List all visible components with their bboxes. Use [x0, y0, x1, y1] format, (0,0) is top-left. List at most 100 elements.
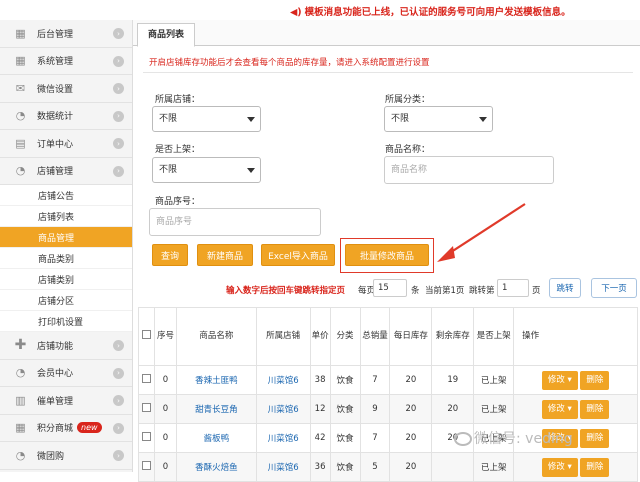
cell-status: 已上架 [473, 452, 515, 482]
category-select-value: 不限 [391, 114, 410, 124]
store-select[interactable]: 不限 [152, 106, 261, 132]
edit-label: 修改 [547, 403, 565, 414]
new-product-button[interactable]: 新建商品 [197, 244, 253, 266]
sidebar-sub-store-list[interactable]: 店铺列表 [0, 206, 132, 227]
sidebar-item-store[interactable]: ◔ 店铺管理 › [0, 157, 132, 185]
chevron-icon: › [113, 110, 124, 122]
product-serial-input[interactable]: 商品序号 [149, 208, 321, 236]
sidebar-item-orders[interactable]: ▤ 订单中心 › [0, 130, 132, 158]
sidebar-item-label: 积分商城 [37, 424, 74, 435]
category-select[interactable]: 不限 [384, 106, 493, 132]
cell-store[interactable]: 川菜馆6 [255, 423, 311, 453]
cell-sales: 7 [359, 365, 391, 395]
jump-button[interactable]: 跳转 [549, 278, 581, 298]
cell-name[interactable]: 甜青长豆角 [175, 394, 257, 424]
sidebar-item-wechat[interactable]: ✉ 微信设置 › [0, 75, 132, 103]
product-link[interactable]: 香辣土匪鸭 [195, 376, 238, 386]
divider [143, 72, 633, 73]
pie-chart-icon: ◔ [15, 448, 26, 462]
cell-remaining: 19 [431, 365, 475, 395]
cell-name[interactable]: 香辣土匪鸭 [175, 365, 257, 395]
row-checkbox-cell[interactable] [138, 423, 155, 453]
checkbox[interactable] [141, 403, 151, 412]
listed-select[interactable]: 不限 [152, 157, 261, 183]
edit-button[interactable]: 修改 ▾ [541, 399, 578, 419]
wechat-icon [454, 432, 472, 446]
cell-seq: 0 [153, 452, 177, 482]
cell-store[interactable]: 川菜馆6 [255, 394, 311, 424]
sidebar-item-stats[interactable]: ◔ 数据统计 › [0, 102, 132, 130]
delete-button[interactable]: 删除 [580, 428, 610, 448]
sidebar-sub-store-category[interactable]: 店铺类别 [0, 269, 132, 290]
caret-down-icon [479, 117, 487, 122]
top-bar: ◀) 模板消息功能已上线，已认证的服务号可向用户发送模板信息。 [0, 0, 640, 20]
table-header: 序号 [153, 307, 177, 366]
chevron-icon: › [113, 422, 124, 434]
edit-button[interactable]: 修改 ▾ [541, 370, 578, 390]
edit-button[interactable]: 修改 ▾ [541, 457, 578, 477]
sidebar-item-store-functions[interactable]: ✚ 店铺功能 › [0, 332, 132, 360]
sidebar-sub-product-manage[interactable]: 商品管理 [0, 227, 132, 248]
chevron-icon: › [113, 83, 124, 94]
row-checkbox-cell[interactable] [138, 394, 155, 424]
sidebar-item-backend[interactable]: ▦ 后台管理 › [0, 20, 132, 48]
chevron-icon: › [113, 367, 124, 379]
sidebar-sub-product-category[interactable]: 商品类别 [0, 248, 132, 269]
grid-icon: ▦ [15, 421, 26, 435]
checkbox[interactable] [141, 374, 151, 383]
store-link[interactable]: 川菜馆6 [268, 405, 299, 415]
sidebar-sub-store-zone[interactable]: 店铺分区 [0, 290, 132, 311]
sidebar-item-system[interactable]: ▦ 系统管理 › [0, 47, 132, 75]
cell-status: 已上架 [473, 394, 515, 424]
next-page-button[interactable]: 下一页 [591, 278, 637, 298]
product-link[interactable]: 甜青长豆角 [195, 405, 238, 415]
delete-button[interactable]: 删除 [580, 457, 610, 477]
delete-button[interactable]: 删除 [580, 399, 610, 419]
jump-page-input[interactable]: 1 [497, 279, 529, 297]
row-checkbox-cell[interactable] [138, 365, 155, 395]
table-header: 分类 [329, 307, 361, 366]
table-row: 0 甜青长豆角 川菜馆6 12 饮食 9 20 20 已上架 修改 ▾ 删除 [138, 394, 638, 424]
cell-store[interactable]: 川菜馆6 [255, 452, 311, 482]
query-button[interactable]: 查询 [152, 244, 188, 266]
checkbox[interactable] [141, 461, 151, 470]
sidebar-sub-announcement[interactable]: 店铺公告 [0, 185, 132, 206]
sidebar-item-label: 会员中心 [37, 369, 74, 380]
cell-remaining [431, 452, 475, 482]
cell-name[interactable]: 香酥火焙鱼 [175, 452, 257, 482]
sidebar-item-label: 后台管理 [37, 29, 74, 40]
sidebar-item-members[interactable]: ◔ 会员中心 › [0, 359, 132, 387]
cell-price: 42 [309, 423, 331, 453]
cell-daily: 20 [389, 365, 433, 395]
store-link[interactable]: 川菜馆6 [268, 434, 299, 444]
cell-status: 已上架 [473, 365, 515, 395]
product-link[interactable]: 酱板鸭 [204, 434, 230, 444]
checkbox[interactable] [141, 329, 151, 339]
grid-icon: ▦ [15, 54, 26, 68]
header-select-all[interactable] [138, 307, 155, 366]
jump-unit: 页 [532, 286, 541, 296]
delete-button[interactable]: 删除 [580, 370, 610, 390]
store-link[interactable]: 川菜馆6 [268, 376, 299, 386]
checkbox[interactable] [141, 432, 151, 441]
sidebar-item-points-mall[interactable]: ▦ 积分商城 new › [0, 414, 132, 442]
sidebar-item-group-buy[interactable]: ◔ 微团购 › [0, 442, 132, 470]
table-header: 所属店铺 [255, 307, 311, 366]
pie-chart-icon: ◔ [15, 366, 26, 380]
name-filter-label: 商品名称： [385, 145, 431, 155]
cell-store[interactable]: 川菜馆6 [255, 365, 311, 395]
cell-seq: 0 [153, 423, 177, 453]
row-checkbox-cell[interactable] [138, 452, 155, 482]
sidebar-item-reminders[interactable]: ▥ 催单管理 › [0, 387, 132, 415]
cell-price: 38 [309, 365, 331, 395]
sidebar-sub-printer[interactable]: 打印机设置 [0, 311, 132, 332]
product-name-input[interactable]: 商品名称 [384, 156, 554, 184]
sidebar: ▦ 后台管理 › ▦ 系统管理 › ✉ 微信设置 › ◔ 数据统计 › ▤ 订单中心 › ◔ 店铺管理… [0, 20, 133, 472]
per-page-input[interactable]: 15 [373, 279, 407, 297]
excel-import-button[interactable]: Excel导入商品 [261, 244, 335, 266]
tab-product-list[interactable]: 商品列表 [137, 23, 196, 47]
cell-name[interactable]: 酱板鸭 [175, 423, 257, 453]
cell-category: 饮食 [329, 452, 361, 482]
cell-actions: 修改 ▾ 删除 [513, 365, 638, 395]
new-badge: new [77, 422, 102, 434]
